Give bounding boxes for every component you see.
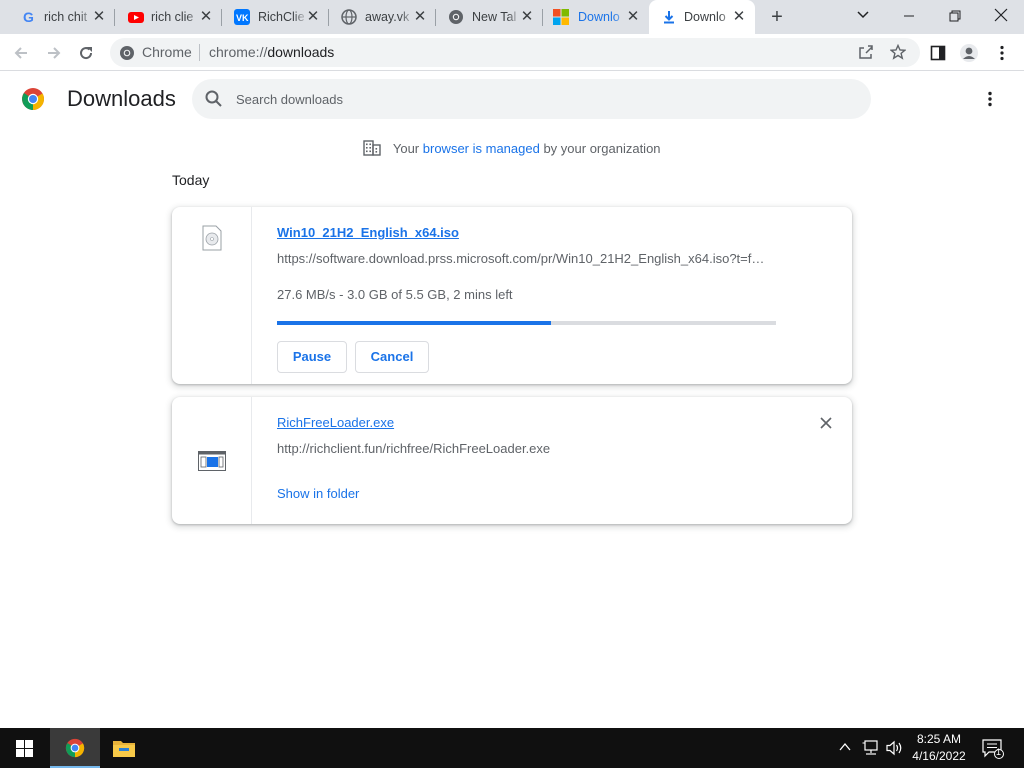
forward-arrow-icon[interactable] <box>41 40 67 66</box>
url-scheme: chrome:// <box>209 44 268 60</box>
tab-title: rich chit <box>44 10 88 24</box>
pause-button[interactable]: Pause <box>277 341 347 373</box>
cancel-button[interactable]: Cancel <box>355 341 429 373</box>
windows-taskbar: 8:25 AM 4/16/2022 1 <box>0 728 1024 768</box>
action-center-icon[interactable]: 1 <box>982 739 1004 768</box>
url-text: chrome://downloads <box>209 44 334 60</box>
tab-strip: G rich chit ✕ rich clie ✕ VK RichClie ✕ … <box>0 0 1024 34</box>
tab-title: New Tal <box>472 10 517 24</box>
show-in-folder-link[interactable]: Show in folder <box>277 486 359 501</box>
disc-image-file-icon <box>202 225 222 251</box>
download-progress-status: 27.6 MB/s - 3.0 GB of 5.5 GB, 2 mins lef… <box>277 287 513 302</box>
new-tab-plus-icon[interactable]: + <box>766 7 788 29</box>
minimize-icon[interactable] <box>886 0 932 34</box>
tab-search-chevron-icon[interactable] <box>840 0 886 34</box>
file-icon-column <box>172 397 252 524</box>
download-source-url: https://software.download.prss.microsoft… <box>277 251 765 266</box>
chrome-menu-icon[interactable] <box>992 43 1012 63</box>
file-icon-column <box>172 207 252 384</box>
share-icon[interactable] <box>856 42 876 62</box>
microsoft-icon <box>553 9 569 25</box>
tab-title: away.vk <box>365 10 410 24</box>
show-hidden-icons-chevron-icon[interactable] <box>838 740 852 768</box>
tab-new-tab[interactable]: New Tal ✕ <box>436 0 543 34</box>
download-source-url: http://richclient.fun/richfree/RichFreeL… <box>277 441 551 456</box>
tab-downloads-active[interactable]: Downlo ✕ <box>649 0 755 34</box>
site-chip-label: Chrome <box>142 44 192 60</box>
page-title: Downloads <box>67 86 176 111</box>
managed-prefix: Your <box>392 141 420 156</box>
close-tab-icon[interactable]: ✕ <box>91 9 107 25</box>
globe-icon <box>341 9 357 25</box>
chrome-icon <box>120 46 134 60</box>
browser-toolbar: Chrome chrome://downloads <box>0 34 1024 71</box>
tab-google-search[interactable]: G rich chit ✕ <box>0 0 115 34</box>
back-arrow-icon[interactable] <box>8 40 34 66</box>
network-icon[interactable] <box>862 740 880 768</box>
volume-icon[interactable] <box>886 740 904 768</box>
taskbar-chrome-icon[interactable] <box>50 728 100 768</box>
side-panel-icon[interactable] <box>928 43 948 63</box>
tab-microsoft-download[interactable]: Downlo ✕ <box>543 0 649 34</box>
svg-text:G: G <box>23 9 34 25</box>
clock-date: 4/16/2022 <box>912 749 966 763</box>
close-tab-icon[interactable]: ✕ <box>198 9 214 25</box>
building-icon <box>363 140 382 156</box>
tab-youtube[interactable]: rich clie ✕ <box>115 0 222 34</box>
browser-managed-link[interactable]: browser is managed <box>423 141 540 156</box>
close-tab-icon[interactable]: ✕ <box>305 9 321 25</box>
downloads-menu-icon[interactable] <box>979 88 1001 110</box>
taskbar-file-explorer-icon[interactable] <box>100 728 150 768</box>
tab-vk[interactable]: VK RichClie ✕ <box>222 0 329 34</box>
download-item-card: RichFreeLoader.exe http://richclient.fun… <box>172 397 852 524</box>
date-section-heading: Today <box>172 172 210 188</box>
omnibox-divider <box>199 44 200 61</box>
clock-time: 8:25 AM <box>916 732 962 746</box>
close-tab-icon[interactable]: ✕ <box>412 9 428 25</box>
remove-from-list-icon[interactable] <box>816 413 836 433</box>
download-progress-fill <box>277 321 552 325</box>
search-input[interactable] <box>236 88 836 110</box>
close-tab-icon[interactable]: ✕ <box>625 9 641 25</box>
close-window-icon[interactable] <box>978 0 1024 34</box>
tab-title: Downlo <box>578 10 620 24</box>
system-clock[interactable]: 8:25 AM 4/16/2022 <box>906 731 972 765</box>
search-icon <box>205 90 222 107</box>
download-filename-link[interactable]: Win10_21H2_English_x64.iso <box>277 225 459 240</box>
chrome-logo-icon <box>22 88 44 110</box>
url-path: downloads <box>267 44 335 60</box>
vk-icon: VK <box>234 9 250 25</box>
search-downloads-box[interactable] <box>192 79 871 119</box>
managed-notice: Your browser is managed by your organiza… <box>0 140 1024 156</box>
notification-count: 1 <box>996 747 1002 757</box>
google-icon: G <box>23 9 34 25</box>
close-tab-icon[interactable]: ✕ <box>731 9 747 25</box>
address-bar[interactable]: Chrome chrome://downloads <box>110 38 920 67</box>
tab-title: Downlo <box>684 10 726 24</box>
profile-avatar-icon[interactable] <box>959 43 979 63</box>
download-item-card: Win10_21H2_English_x64.iso https://softw… <box>172 207 852 384</box>
youtube-icon <box>128 12 144 23</box>
download-icon <box>664 11 674 24</box>
executable-file-icon <box>198 451 226 471</box>
downloads-header: Downloads <box>0 71 1024 127</box>
bookmark-star-icon[interactable] <box>888 42 908 62</box>
tab-title: rich clie <box>151 10 194 24</box>
restore-icon[interactable] <box>932 0 978 34</box>
tab-title: RichClie <box>258 10 305 24</box>
svg-text:VK: VK <box>236 13 249 23</box>
reload-icon[interactable] <box>73 40 99 66</box>
windows-start-icon[interactable] <box>0 728 48 768</box>
tab-away-vk[interactable]: away.vk ✕ <box>329 0 436 34</box>
chrome-icon <box>449 10 463 24</box>
managed-suffix: by your organization <box>543 141 661 156</box>
download-progress-bar <box>277 321 776 325</box>
close-tab-icon[interactable]: ✕ <box>519 9 535 25</box>
download-filename-link[interactable]: RichFreeLoader.exe <box>277 415 394 430</box>
